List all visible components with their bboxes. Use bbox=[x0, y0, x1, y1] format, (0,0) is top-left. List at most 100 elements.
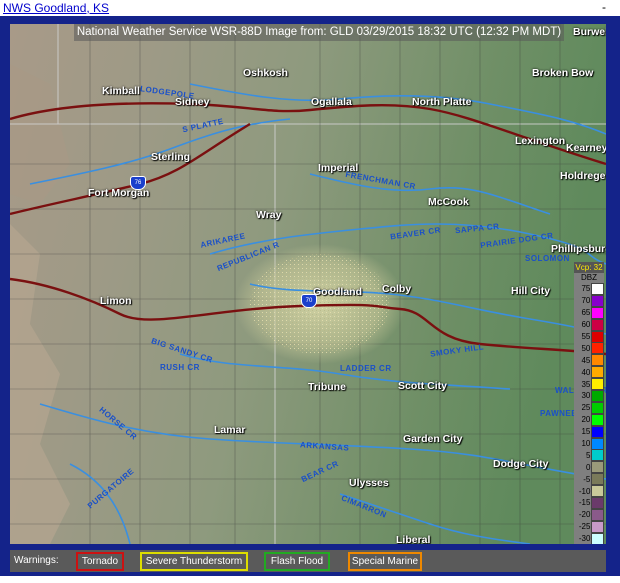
city-label: Oshkosh bbox=[243, 67, 288, 79]
legend-swatch bbox=[591, 366, 604, 379]
legend-swatch bbox=[591, 318, 604, 331]
legend-swatch bbox=[591, 532, 604, 544]
legend-swatch bbox=[591, 437, 604, 450]
top-bar: NWS Goodland, KS - bbox=[0, 0, 620, 16]
city-label: Scott City bbox=[398, 380, 448, 392]
flash-flood-warning-button[interactable]: Flash Flood bbox=[264, 552, 330, 571]
legend-value: -20 bbox=[578, 510, 591, 520]
city-label: Colby bbox=[382, 283, 412, 295]
city-label: Ulysses bbox=[349, 477, 389, 489]
city-label: Wray bbox=[256, 209, 282, 221]
legend-row: -25 bbox=[574, 520, 604, 533]
legend-swatch bbox=[591, 354, 604, 367]
legend-value: 50 bbox=[581, 343, 591, 353]
tornado-warning-button[interactable]: Tornado bbox=[76, 552, 124, 571]
city-label: Kearney bbox=[566, 142, 606, 154]
legend-swatch bbox=[591, 306, 604, 319]
legend-value: 65 bbox=[581, 308, 591, 318]
city-label: Lexington bbox=[515, 135, 566, 147]
city-label: Broken Bow bbox=[532, 67, 594, 79]
legend-swatch bbox=[591, 342, 604, 355]
legend-value: 20 bbox=[581, 415, 591, 425]
city-label: Garden City bbox=[403, 433, 463, 445]
bottom-strip bbox=[0, 576, 620, 583]
legend-value: 10 bbox=[581, 439, 591, 449]
special-marine-warning-button[interactable]: Special Marine bbox=[348, 552, 422, 571]
legend-value: -25 bbox=[578, 522, 591, 532]
city-label: Sterling bbox=[151, 151, 191, 163]
legend-row: -30 bbox=[574, 532, 604, 544]
legend-swatch bbox=[591, 473, 604, 486]
legend-value: 55 bbox=[581, 332, 591, 341]
warnings-label: Warnings: bbox=[14, 555, 59, 566]
legend-row: 65 bbox=[574, 306, 604, 319]
legend-row: 75 bbox=[574, 282, 604, 295]
legend-swatch bbox=[591, 485, 604, 498]
legend-row: -10 bbox=[574, 485, 604, 498]
river-label: SOLOMON bbox=[525, 254, 570, 263]
river-label: RUSH CR bbox=[160, 363, 200, 372]
legend-swatch bbox=[591, 496, 604, 509]
city-label: Holdrege bbox=[560, 170, 606, 182]
legend-row: 45 bbox=[574, 354, 604, 367]
city-label: Dodge City bbox=[493, 458, 549, 470]
legend-row: 25 bbox=[574, 401, 604, 414]
city-label: Tribune bbox=[308, 381, 346, 393]
city-label: Liberal bbox=[396, 534, 431, 544]
city-label: Ogallala bbox=[311, 96, 352, 108]
legend-value: 45 bbox=[581, 355, 591, 365]
legend-value: 15 bbox=[581, 427, 591, 437]
radar-map: National Weather Service WSR-88D Image f… bbox=[10, 24, 606, 544]
legend-row: -5 bbox=[574, 473, 604, 486]
legend-row: -20 bbox=[574, 508, 604, 521]
legend-unit: DBZ bbox=[581, 273, 597, 282]
legend-swatch bbox=[591, 389, 604, 402]
legend-row: 40 bbox=[574, 366, 604, 379]
legend-value: -30 bbox=[578, 534, 591, 544]
legend-swatch bbox=[591, 413, 604, 426]
legend-row: 10 bbox=[574, 437, 604, 450]
legend-value: 35 bbox=[581, 379, 591, 389]
legend-value: 5 bbox=[585, 450, 591, 460]
legend-value: -15 bbox=[578, 498, 591, 508]
warnings-bar: Warnings: Tornado Severe Thunderstorm Fl… bbox=[10, 550, 606, 572]
legend-value: -5 bbox=[583, 474, 591, 484]
radar-header-title: National Weather Service WSR-88D Image f… bbox=[74, 24, 564, 41]
severe-thunderstorm-warning-button[interactable]: Severe Thunderstorm bbox=[140, 552, 248, 571]
dash-marker: - bbox=[602, 0, 606, 14]
legend-value: 0 bbox=[585, 462, 591, 472]
city-label: Burwell bbox=[573, 26, 606, 38]
legend-value: 30 bbox=[581, 391, 591, 401]
legend-swatch bbox=[591, 282, 604, 295]
reflectivity-legend: Vcp: 32 DBZ 75 70 65 60 55 50 45 40 35 30 25 20 15 10… bbox=[574, 262, 604, 544]
legend-row: 5 bbox=[574, 449, 604, 462]
city-label: North Platte bbox=[412, 96, 472, 108]
legend-value: 25 bbox=[581, 403, 591, 413]
legend-swatch bbox=[591, 449, 604, 462]
legend-value: 75 bbox=[581, 284, 591, 294]
city-label: McCook bbox=[428, 196, 469, 208]
vcp-label: Vcp: 32 bbox=[574, 262, 604, 273]
legend-row: 15 bbox=[574, 425, 604, 438]
interstate-76-shield-icon: 76 bbox=[130, 176, 146, 190]
legend-value: 60 bbox=[581, 320, 591, 330]
nws-goodland-link[interactable]: NWS Goodland, KS bbox=[3, 1, 109, 15]
legend-row: 0 bbox=[574, 461, 604, 474]
legend-row: 30 bbox=[574, 389, 604, 402]
river-label: LADDER CR bbox=[340, 364, 392, 373]
legend-row: 55 bbox=[574, 330, 604, 343]
city-label: Hill City bbox=[511, 285, 551, 297]
city-label: Goodland bbox=[313, 286, 362, 298]
city-label: Kimball bbox=[102, 85, 140, 97]
legend-swatch bbox=[591, 425, 604, 438]
legend-row: 70 bbox=[574, 294, 604, 307]
interstate-70-shield-icon: 70 bbox=[301, 294, 317, 308]
legend-row: 60 bbox=[574, 318, 604, 331]
legend-value: 70 bbox=[581, 296, 591, 306]
legend-swatch bbox=[591, 378, 604, 391]
legend-swatch bbox=[591, 294, 604, 307]
legend-row: 35 bbox=[574, 378, 604, 391]
city-label: Limon bbox=[100, 295, 132, 307]
legend-value: 40 bbox=[581, 367, 591, 377]
legend-value: -10 bbox=[578, 486, 591, 496]
